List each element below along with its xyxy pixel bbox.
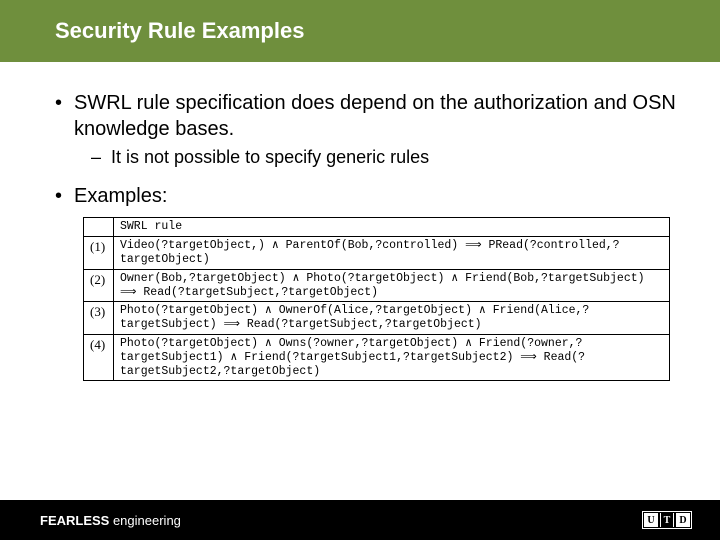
table-row: (1) Video(?targetObject,) ∧ ParentOf(Bob… bbox=[84, 237, 670, 270]
row-index: (1) bbox=[84, 237, 114, 270]
row-index: (2) bbox=[84, 269, 114, 302]
utd-logo-d: D bbox=[676, 513, 690, 527]
row-rule: Video(?targetObject,) ∧ ParentOf(Bob,?co… bbox=[114, 237, 670, 270]
row-index: (3) bbox=[84, 302, 114, 335]
table-header-label: SWRL rule bbox=[114, 218, 670, 237]
bullet-2: • Examples: bbox=[55, 183, 680, 209]
table-row: (4) Photo(?targetObject) ∧ Owns(?owner,?… bbox=[84, 334, 670, 380]
table-header-row: SWRL rule bbox=[84, 218, 670, 237]
content-area: • SWRL rule specification does depend on… bbox=[0, 62, 720, 381]
row-rule: Photo(?targetObject) ∧ OwnerOf(Alice,?ta… bbox=[114, 302, 670, 335]
row-index: (4) bbox=[84, 334, 114, 380]
table-row: (3) Photo(?targetObject) ∧ OwnerOf(Alice… bbox=[84, 302, 670, 335]
bullet-dot-icon: • bbox=[55, 183, 62, 209]
footer-brand-light: engineering bbox=[109, 513, 181, 528]
title-bar: Security Rule Examples bbox=[0, 0, 720, 62]
bullet-1a: – It is not possible to specify generic … bbox=[91, 146, 680, 169]
rules-table: SWRL rule (1) Video(?targetObject,) ∧ Pa… bbox=[83, 217, 670, 381]
footer-brand-bold: FEARLESS bbox=[40, 513, 109, 528]
row-rule: Owner(Bob,?targetObject) ∧ Photo(?target… bbox=[114, 269, 670, 302]
utd-logo-u: U bbox=[644, 513, 658, 527]
table-header-empty bbox=[84, 218, 114, 237]
rules-table-wrap: SWRL rule (1) Video(?targetObject,) ∧ Pa… bbox=[83, 217, 670, 381]
bullet-dash-icon: – bbox=[91, 146, 101, 169]
bullet-1-text: SWRL rule specification does depend on t… bbox=[74, 90, 680, 142]
footer-bar: FEARLESS engineering U T D bbox=[0, 500, 720, 540]
footer-brand: FEARLESS engineering bbox=[40, 513, 181, 528]
bullet-1: • SWRL rule specification does depend on… bbox=[55, 90, 680, 142]
utd-logo-t: T bbox=[660, 513, 674, 527]
table-row: (2) Owner(Bob,?targetObject) ∧ Photo(?ta… bbox=[84, 269, 670, 302]
utd-logo: U T D bbox=[642, 511, 692, 529]
bullet-dot-icon: • bbox=[55, 90, 62, 142]
row-rule: Photo(?targetObject) ∧ Owns(?owner,?targ… bbox=[114, 334, 670, 380]
bullet-1a-text: It is not possible to specify generic ru… bbox=[111, 146, 429, 169]
page-title: Security Rule Examples bbox=[55, 18, 680, 44]
bullet-2-text: Examples: bbox=[74, 183, 167, 209]
